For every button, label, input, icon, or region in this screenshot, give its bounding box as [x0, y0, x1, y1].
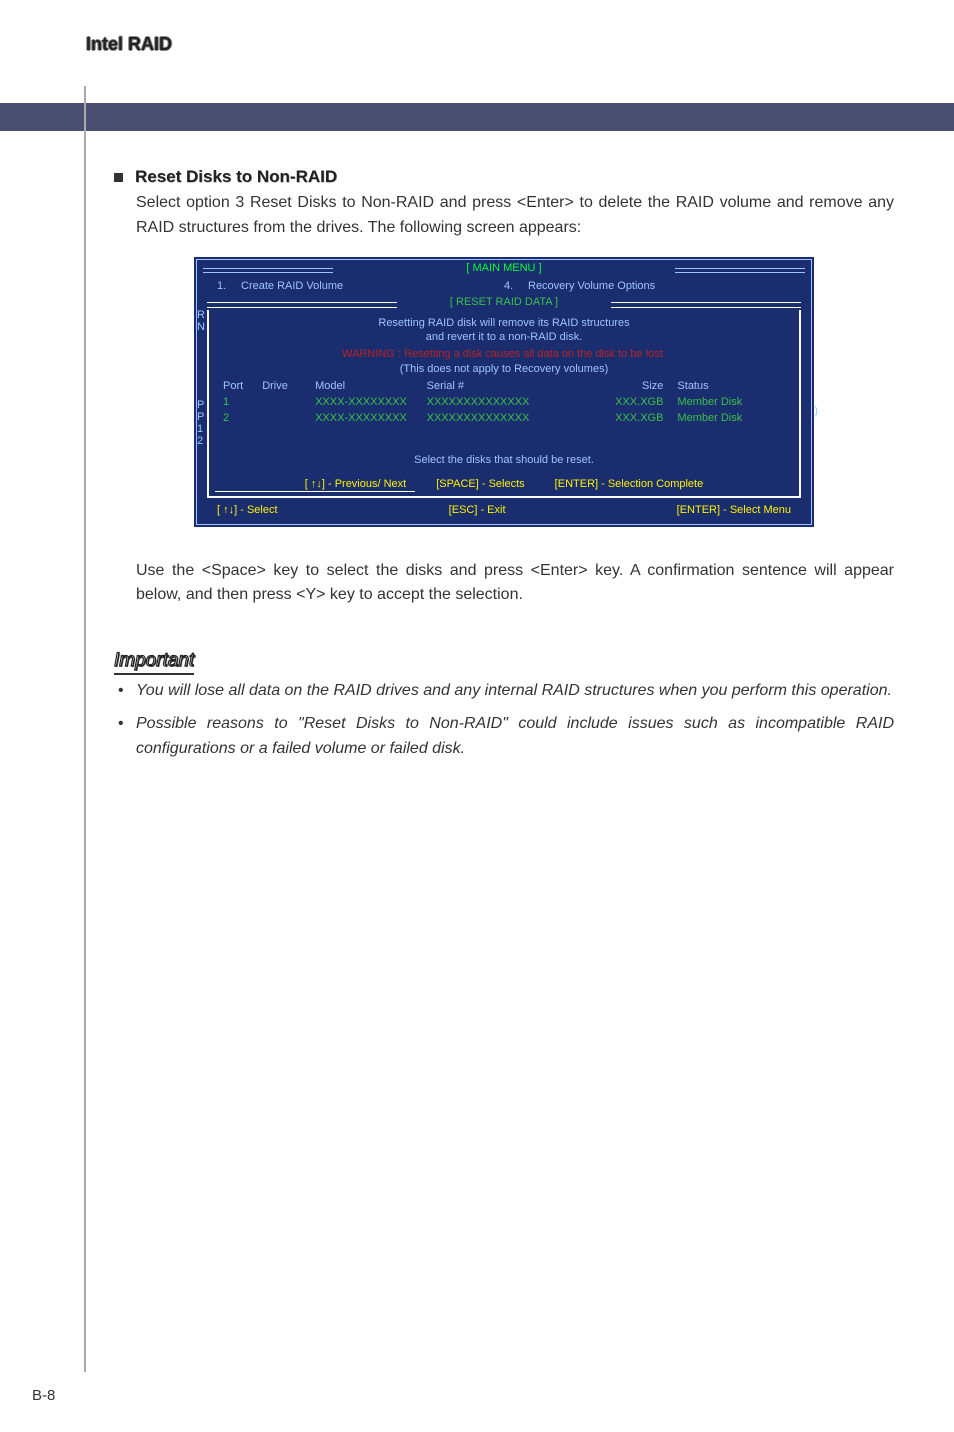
section-heading: Reset Disks to Non-RAID [135, 167, 337, 187]
post-text: Use the <Space> key to select the disks … [136, 559, 894, 609]
important-item: You will lose all data on the RAID drive… [136, 679, 894, 704]
menu-item-recovery[interactable]: Recovery Volume Options [528, 280, 791, 292]
menu-idx: 1. [217, 280, 241, 292]
menu-item-create[interactable]: Create RAID Volume [241, 280, 504, 292]
disk-row[interactable]: 2 XXXX-XXXXXXXX XXXXXXXXXXXXXX XXX.XGB M… [215, 410, 793, 426]
important-item: Possible reasons to "Reset Disks to Non-… [136, 712, 894, 762]
main-menu-title: [ MAIN MENU ] [197, 260, 811, 276]
reset-warning: WARNING : Resetting a disk causes all da… [215, 344, 793, 362]
header-bar [0, 103, 954, 131]
disk-table-header: Port Drive Model Serial # Size Status [215, 376, 793, 394]
nav-esc: [ESC] - Exit [449, 504, 506, 516]
important-heading: Important [114, 650, 194, 675]
disk-row[interactable]: 1 XXXX-XXXXXXXX XXXXXXXXXXXXXX XXX.XGB M… [215, 394, 793, 410]
hint-prevnext: [ ↑↓] - Previous/ Next [305, 478, 406, 490]
hint-space: [SPACE] - Selects [436, 478, 524, 490]
bullet-icon [114, 173, 123, 182]
select-prompt: Select the disks that should be reset. [215, 426, 793, 474]
page-number: B-8 [32, 1387, 55, 1404]
reset-line3: (This does not apply to Recovery volumes… [215, 362, 793, 376]
nav-select: [ ↑↓] - Select [217, 504, 278, 516]
reset-line2: and revert it to a non-RAID disk. [215, 330, 793, 344]
side-rule [84, 86, 86, 1372]
side-letters: R N P P 1 2 [197, 309, 205, 447]
page-header-title: Intel RAID [86, 34, 894, 55]
nav-enter: [ENTER] - Select Menu [677, 504, 791, 516]
menu-idx: 4. [504, 280, 528, 292]
section-body: Select option 3 Reset Disks to Non-RAID … [136, 191, 894, 241]
hint-enter: [ENTER] - Selection Complete [555, 478, 704, 490]
reset-line1: Resetting RAID disk will remove its RAID… [215, 316, 793, 330]
bios-screenshot: R N P P 1 2 [ MAIN MENU ] 1. Create [192, 255, 816, 529]
side-paren: ) [814, 405, 818, 417]
reset-title: [ RESET RAID DATA ] [207, 296, 801, 310]
